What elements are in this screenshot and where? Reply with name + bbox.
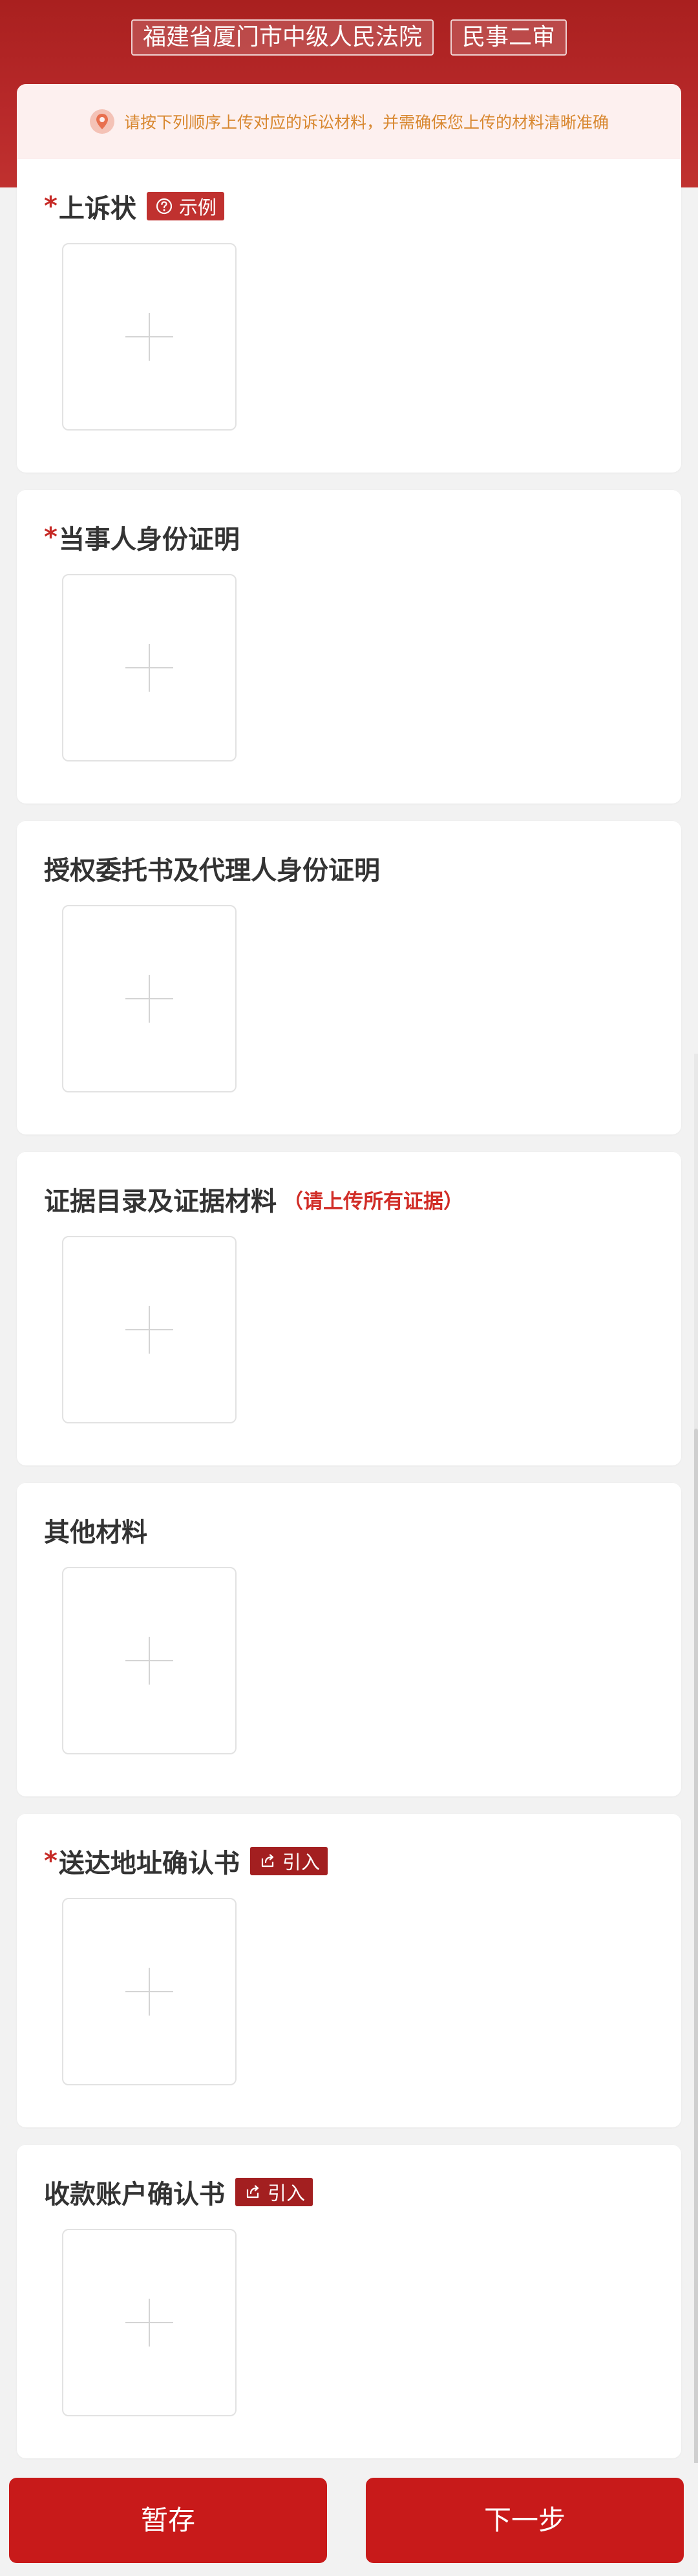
section-appeal: * 上诉状 示例 xyxy=(17,159,681,473)
import-label: 引入 xyxy=(268,2182,306,2204)
upload-notice: 请按下列顺序上传对应的诉讼材料，并需确保您上传的材料清晰准确 xyxy=(17,84,681,159)
section-title: 授权委托书及代理人身份证明 xyxy=(44,856,380,886)
plus-icon xyxy=(125,1637,173,1685)
section-title: 当事人身份证明 xyxy=(58,525,240,555)
scrollbar-thumb[interactable] xyxy=(694,1429,698,2540)
section-title: 其他材料 xyxy=(44,1518,147,1548)
upload-box[interactable] xyxy=(62,1236,237,1423)
upload-box[interactable] xyxy=(62,574,237,761)
import-button[interactable]: 引入 xyxy=(235,2178,313,2206)
section-title: 上诉状 xyxy=(58,194,136,224)
location-pin-icon xyxy=(89,109,114,134)
upload-box[interactable] xyxy=(62,1898,237,2085)
section-title: 证据目录及证据材料 xyxy=(44,1187,277,1217)
import-icon xyxy=(261,1854,274,1868)
evidence-hint: （请上传所有证据） xyxy=(283,1189,463,1213)
notice-text: 请按下列顺序上传对应的诉讼材料，并需确保您上传的材料清晰准确 xyxy=(123,113,609,132)
question-circle-icon xyxy=(156,198,173,215)
import-label: 引入 xyxy=(282,1851,320,1873)
upload-box[interactable] xyxy=(62,243,237,431)
upload-box[interactable] xyxy=(62,905,237,1092)
required-mark: * xyxy=(44,522,58,552)
next-step-button[interactable]: 下一步 xyxy=(366,2478,684,2563)
plus-icon xyxy=(125,975,173,1023)
upload-box[interactable] xyxy=(62,2229,237,2416)
section-service-address: * 送达地址确认书 引入 xyxy=(17,1814,681,2127)
plus-icon xyxy=(125,644,173,692)
example-label: 示例 xyxy=(178,197,217,218)
required-mark: * xyxy=(44,1846,58,1876)
upload-box[interactable] xyxy=(62,1567,237,1754)
court-tag: 福建省厦门市中级人民法院 xyxy=(131,19,434,56)
case-tags: 福建省厦门市中级人民法院 民事二审 xyxy=(0,19,698,56)
case-type-tag: 民事二审 xyxy=(450,19,567,56)
example-button[interactable]: 示例 xyxy=(146,192,224,220)
required-mark: * xyxy=(44,191,58,221)
section-title: 送达地址确认书 xyxy=(58,1849,240,1879)
section-other: 其他材料 xyxy=(17,1483,681,1796)
plus-icon xyxy=(125,1306,173,1354)
upload-materials-page: 福建省厦门市中级人民法院 民事二审 请按下列顺序上传对应的诉讼材料，并需确保您上… xyxy=(0,0,698,2576)
save-draft-button[interactable]: 暂存 xyxy=(9,2478,327,2563)
section-title: 收款账户确认书 xyxy=(44,2180,225,2209)
section-authorization: 授权委托书及代理人身份证明 xyxy=(17,821,681,1134)
plus-icon xyxy=(125,313,173,361)
section-payment-account: 收款账户确认书 引入 xyxy=(17,2145,681,2458)
plus-icon xyxy=(125,2299,173,2347)
section-evidence: 证据目录及证据材料 （请上传所有证据） xyxy=(17,1152,681,1465)
import-button[interactable]: 引入 xyxy=(249,1847,328,1875)
footer-actions: 暂存 下一步 xyxy=(0,2463,698,2576)
plus-icon xyxy=(125,1968,173,2016)
import-icon xyxy=(246,2185,259,2198)
section-party-id: * 当事人身份证明 xyxy=(17,490,681,804)
